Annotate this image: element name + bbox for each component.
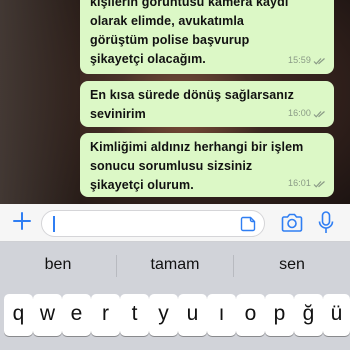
suggestion-2[interactable]: tamam bbox=[117, 256, 233, 274]
message-meta: 15:59 bbox=[288, 51, 326, 70]
message-time: 16:01 bbox=[287, 178, 311, 188]
keyboard-row-1: q w e r t y u ı o p ğ ü bbox=[0, 290, 350, 350]
double-check-icon bbox=[313, 180, 325, 188]
message-input-bar bbox=[0, 204, 350, 242]
message-time: 15:59 bbox=[287, 55, 311, 65]
key-w[interactable]: w bbox=[33, 294, 62, 336]
sticker-icon[interactable] bbox=[240, 216, 256, 232]
key-o[interactable]: o bbox=[236, 294, 265, 336]
message-meta: 16:01 bbox=[288, 174, 326, 193]
key-t[interactable]: t bbox=[120, 294, 149, 336]
key-p[interactable]: p bbox=[265, 294, 294, 336]
suggestion-1[interactable]: ben bbox=[0, 256, 116, 274]
predictive-text-bar: ben tamam sen bbox=[0, 242, 350, 290]
key-dotless-i[interactable]: ı bbox=[207, 294, 236, 336]
message-bubble-outgoing[interactable]: En kısa sürede dönüş sağlarsanız sevinir… bbox=[80, 81, 334, 127]
double-check-icon bbox=[313, 110, 325, 118]
camera-icon[interactable] bbox=[280, 212, 304, 234]
message-meta: 16:00 bbox=[288, 104, 326, 123]
message-input[interactable] bbox=[41, 210, 265, 237]
message-time: 16:00 bbox=[287, 108, 311, 118]
message-bubble-outgoing[interactable]: Kimliğimi aldınız herhangi bir işlem son… bbox=[80, 133, 334, 197]
double-check-icon bbox=[313, 57, 325, 65]
plus-icon[interactable] bbox=[11, 210, 33, 232]
message-bubble-outgoing[interactable]: kişilerin görüntüsü kamera kaydı olarak … bbox=[80, 0, 334, 74]
key-q[interactable]: q bbox=[4, 294, 33, 336]
microphone-icon[interactable] bbox=[316, 210, 336, 236]
chat-area: kişilerin görüntüsü kamera kaydı olarak … bbox=[0, 0, 350, 204]
key-r[interactable]: r bbox=[91, 294, 120, 336]
key-y[interactable]: y bbox=[149, 294, 178, 336]
key-u-umlaut[interactable]: ü bbox=[323, 294, 350, 336]
key-u[interactable]: u bbox=[178, 294, 207, 336]
suggestion-3[interactable]: sen bbox=[234, 256, 350, 274]
text-cursor bbox=[53, 216, 55, 232]
key-g-breve[interactable]: ğ bbox=[294, 294, 323, 336]
key-e[interactable]: e bbox=[62, 294, 91, 336]
